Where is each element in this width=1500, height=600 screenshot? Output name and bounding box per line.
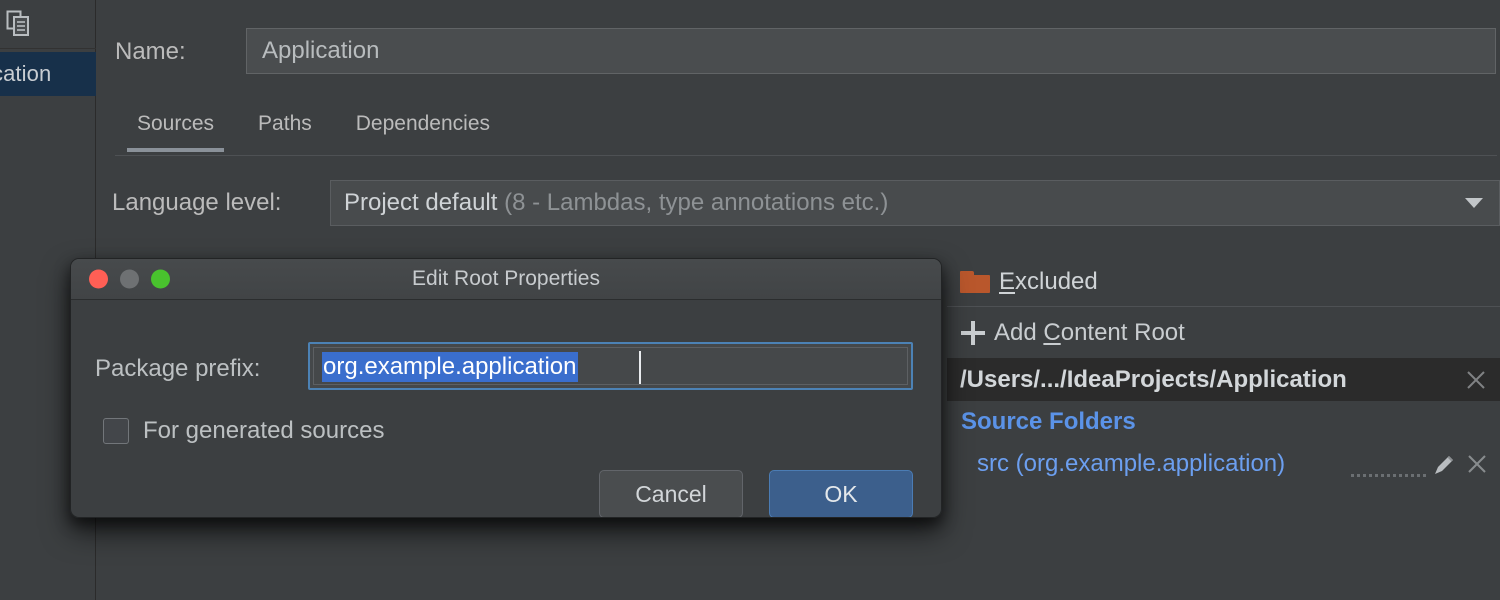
tab-sources[interactable]: Sources: [115, 108, 236, 152]
leader-dots: [1351, 474, 1426, 477]
add-content-root-button[interactable]: Add Content Root: [947, 308, 1500, 357]
add-content-root-prefix: Add: [994, 318, 1044, 346]
language-level-combobox[interactable]: Project default (8 - Lambdas, type annot…: [330, 180, 1500, 226]
language-level-label: Language level:: [112, 189, 282, 216]
checkbox-box[interactable]: [103, 418, 129, 444]
language-level-row: Language level: Project default (8 - Lam…: [112, 180, 1500, 226]
name-row: Name: Application: [115, 28, 1496, 74]
source-folders-title: Source Folders: [961, 408, 1136, 435]
pencil-icon[interactable]: [1431, 452, 1457, 478]
package-prefix-input[interactable]: org.example.application: [308, 342, 913, 390]
maximize-window-button[interactable]: [151, 269, 170, 289]
dialog-body: Package prefix: org.example.application …: [71, 300, 941, 517]
minimize-window-button[interactable]: [120, 269, 139, 289]
sidebar-item-application[interactable]: cation: [0, 52, 96, 96]
window-controls: [89, 269, 170, 289]
package-prefix-input-inner: org.example.application: [313, 347, 908, 385]
dialog-titlebar[interactable]: Edit Root Properties: [71, 259, 941, 300]
language-level-value: Project default (8 - Lambdas, type annot…: [344, 181, 888, 225]
app-window: cation Name: Application Sources Paths D…: [0, 0, 1500, 600]
excluded-label-rest: xcluded: [1015, 268, 1098, 295]
language-level-primary: Project default: [344, 189, 498, 216]
ok-button[interactable]: OK: [769, 470, 913, 517]
settings-tabs: Sources Paths Dependencies: [115, 108, 1497, 156]
language-level-secondary: (8 - Lambdas, type annotations etc.): [504, 189, 889, 216]
close-icon[interactable]: [1465, 369, 1487, 391]
source-folder-entry[interactable]: src (org.example.application): [977, 450, 1285, 478]
copy-module-icon[interactable]: [6, 10, 32, 38]
close-icon[interactable]: [1466, 453, 1488, 475]
plus-icon: [961, 320, 985, 345]
name-label: Name:: [115, 38, 186, 65]
content-root-header: /Users/.../IdeaProjects/Application: [947, 358, 1500, 401]
checkbox-label: For generated sources: [143, 417, 385, 444]
add-content-root-label: Add Content Root: [994, 319, 1185, 347]
content-roots-panel: Excluded Add Content Root /Users/.../Ide…: [947, 258, 1500, 600]
package-prefix-label: Package prefix:: [95, 355, 261, 382]
add-content-root-rest: ontent Root: [1060, 318, 1185, 346]
source-folder-row: src (org.example.application): [947, 450, 1500, 486]
package-prefix-value: org.example.application: [322, 352, 578, 382]
excluded-button[interactable]: Excluded: [947, 258, 1500, 307]
sidebar-toolbar: [0, 0, 96, 49]
chevron-down-icon[interactable]: [1465, 198, 1483, 208]
tab-dependencies[interactable]: Dependencies: [334, 108, 512, 152]
dialog-title: Edit Root Properties: [412, 267, 600, 290]
text-caret: [639, 351, 641, 384]
add-content-root-mnemonic: C: [1043, 318, 1061, 346]
name-input[interactable]: Application: [246, 28, 1496, 74]
cancel-button[interactable]: Cancel: [599, 470, 743, 517]
folder-icon: [960, 271, 990, 293]
sidebar-item-label: cation: [0, 61, 52, 86]
excluded-label: Excluded: [999, 268, 1098, 296]
close-window-button[interactable]: [89, 269, 108, 289]
edit-root-properties-dialog: Edit Root Properties Package prefix: org…: [70, 258, 942, 518]
content-root-path: /Users/.../IdeaProjects/Application: [960, 365, 1347, 393]
excluded-mnemonic: E: [999, 268, 1016, 295]
for-generated-sources-checkbox[interactable]: For generated sources: [103, 417, 384, 445]
tab-paths[interactable]: Paths: [236, 108, 334, 152]
dialog-buttons: Cancel OK: [599, 470, 941, 517]
